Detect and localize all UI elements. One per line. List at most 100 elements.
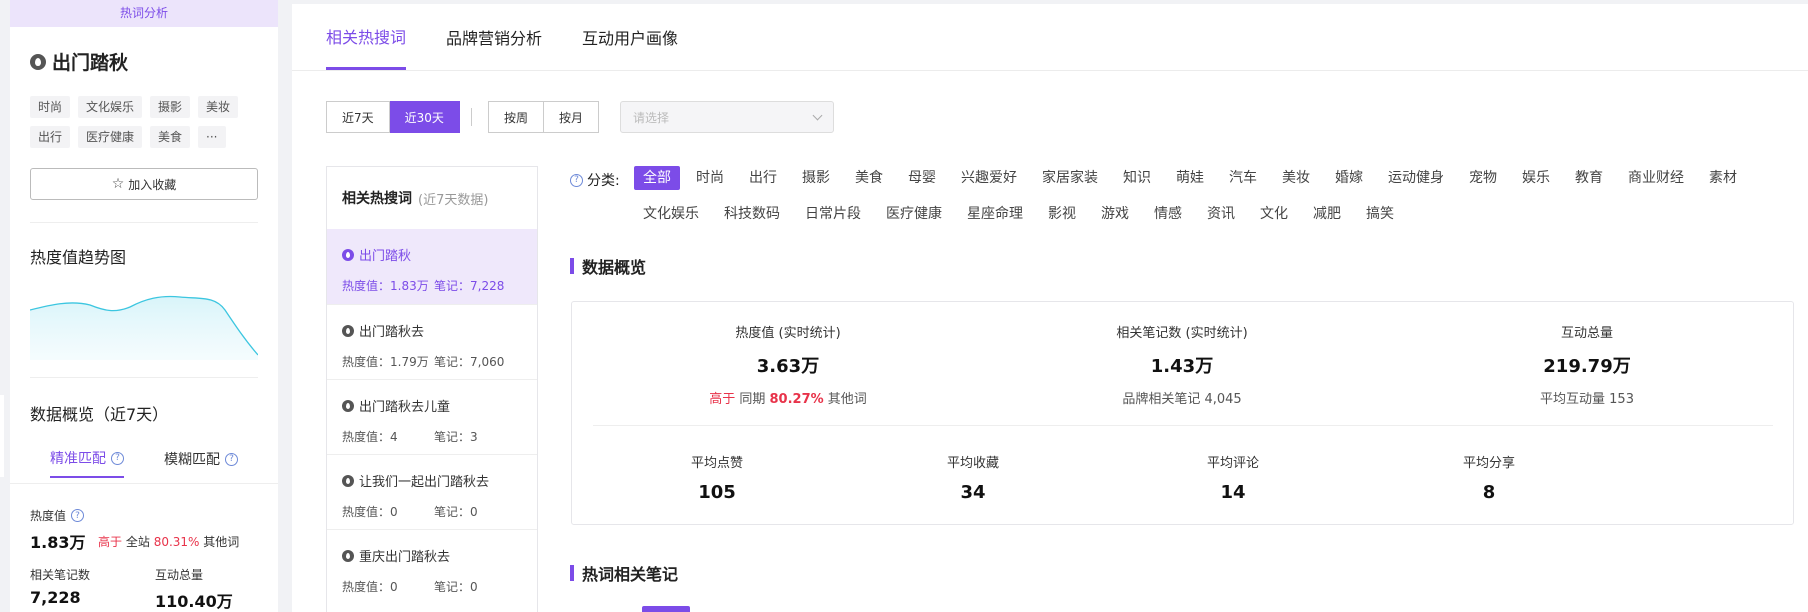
category-item[interactable]: 家居家装 — [1033, 166, 1107, 190]
compare-percent: 80.31% — [153, 535, 200, 549]
list-item[interactable]: 出门踏秋去 热度值：1.79万 笔记：7,060 — [327, 304, 537, 379]
more-tags-button[interactable]: ··· — [198, 126, 226, 148]
chevron-down-icon — [812, 110, 823, 120]
by-week-button[interactable]: 按周 — [488, 101, 545, 133]
list-header-note: (近7天数据) — [418, 192, 489, 208]
category-all[interactable]: 全部 — [634, 166, 680, 190]
keyword-notes: 笔记：0 — [434, 580, 478, 594]
keyword-tags: 时尚 文化娱乐 摄影 美妆 出行 医疗健康 美食 ··· — [30, 96, 262, 148]
keyword-notes: 笔记：7,060 — [434, 355, 505, 369]
category-item[interactable]: 美食 — [846, 166, 892, 190]
category-item[interactable]: 医疗健康 — [877, 202, 951, 226]
left-panel: 热词分析 出门踏秋 时尚 文化娱乐 摄影 美妆 出行 医疗健康 美食 ··· ☆… — [10, 0, 278, 612]
category-item[interactable]: 搞笑 — [1357, 202, 1403, 226]
category-item[interactable]: 文化娱乐 — [634, 202, 708, 226]
keyword-title: 出门踏秋 — [30, 48, 128, 75]
category-item[interactable]: 知识 — [1114, 166, 1160, 190]
keyword-title-text: 出门踏秋 — [52, 52, 129, 74]
stat-value: 1.43万 — [1150, 356, 1214, 377]
list-item[interactable]: 出门踏秋去儿童 热度值：4 笔记：3 — [327, 379, 537, 454]
collapse-handle[interactable] — [0, 395, 4, 477]
category-item[interactable]: 汽车 — [1220, 166, 1266, 190]
related-keyword-list: 相关热搜词 (近7天数据) 出门踏秋 热度值：1.83万 笔记：7,228 出门踏… — [326, 166, 538, 612]
panel-banner: 热词分析 — [10, 0, 278, 27]
list-item[interactable]: 让我们一起出门踏秋去 热度值：0 笔记：0 — [327, 454, 537, 529]
stat-label: 热度值 (实时统计) — [735, 326, 841, 341]
flame-icon — [342, 248, 354, 261]
tab-user-profile[interactable]: 互动用户画像 — [582, 4, 678, 70]
notes-section-title: 热词相关笔记 — [570, 561, 678, 585]
tab-exact-match[interactable]: 精准匹配 ? — [50, 448, 124, 478]
notes-tab-indicator[interactable] — [642, 606, 690, 612]
category-item[interactable]: 婚嫁 — [1326, 166, 1372, 190]
category-item[interactable]: 出行 — [740, 166, 786, 190]
range-7-days-button[interactable]: 近7天 — [326, 101, 390, 133]
keyword-name: 出门踏秋 — [359, 249, 412, 264]
avg-collect-stat: 平均收藏 34 — [898, 452, 1048, 503]
category-item[interactable]: 商业财经 — [1619, 166, 1693, 190]
keyword-notes: 笔记：3 — [434, 430, 478, 444]
category-item[interactable]: 时尚 — [687, 166, 733, 190]
notes-stat: 相关笔记数 (实时统计) 1.43万 品牌相关笔记 4,045 — [1032, 322, 1332, 407]
main-panel: 相关热搜词 品牌营销分析 互动用户画像 近7天 近30天 按周 按月 请选择 相… — [292, 4, 1808, 612]
list-header: 相关热搜词 (近7天数据) — [327, 167, 537, 229]
tab-related-keywords[interactable]: 相关热搜词 — [326, 4, 407, 70]
list-item[interactable]: 重庆出门踏秋去 热度值：0 笔记：0 — [327, 529, 537, 604]
keyword-name: 出门踏秋去 — [359, 325, 425, 340]
category-item[interactable]: 素材 — [1700, 166, 1746, 190]
category-item[interactable]: 资讯 — [1198, 202, 1244, 226]
category-item[interactable]: 减肥 — [1304, 202, 1350, 226]
divider — [593, 425, 1773, 426]
notes-value: 7,228 — [30, 588, 81, 607]
help-icon[interactable]: ? — [111, 451, 124, 465]
category-item[interactable]: 文化 — [1251, 202, 1297, 226]
category-item[interactable]: 美妆 — [1273, 166, 1319, 190]
keyword-name: 出门踏秋去儿童 — [359, 400, 451, 415]
category-item[interactable]: 娱乐 — [1513, 166, 1559, 190]
divider — [292, 70, 1808, 71]
tab-brand-marketing[interactable]: 品牌营销分析 — [446, 4, 542, 70]
category-item[interactable]: 科技数码 — [715, 202, 789, 226]
by-month-button[interactable]: 按月 — [544, 101, 600, 133]
category-item[interactable]: 母婴 — [899, 166, 945, 190]
stat-label: 相关笔记数 (实时统计) — [1116, 326, 1248, 341]
category-item[interactable]: 萌娃 — [1167, 166, 1213, 190]
category-item[interactable]: 运动健身 — [1379, 166, 1453, 190]
category-item[interactable]: 星座命理 — [958, 202, 1032, 226]
help-icon[interactable]: ? — [225, 452, 238, 466]
keyword-name: 重庆出门踏秋去 — [359, 550, 451, 565]
tab-exact-match-label: 精准匹配 — [50, 451, 106, 467]
tag: 文化娱乐 — [78, 96, 143, 118]
compare-percent: 80.27% — [769, 392, 824, 407]
category-item[interactable]: 教育 — [1566, 166, 1612, 190]
category-item[interactable]: 游戏 — [1092, 202, 1138, 226]
help-icon[interactable]: ? — [570, 173, 583, 187]
stat-value: 34 — [960, 482, 986, 503]
category-item[interactable]: 情感 — [1145, 202, 1191, 226]
category-item[interactable]: 摄影 — [793, 166, 839, 190]
stat-label: 平均评论 — [1206, 456, 1259, 471]
add-favorite-button[interactable]: ☆ 加入收藏 — [30, 168, 258, 200]
stat-label: 平均点赞 — [690, 456, 743, 471]
period-toggle: 按周 按月 — [488, 101, 600, 133]
category-item[interactable]: 影视 — [1039, 202, 1085, 226]
help-icon[interactable]: ? — [71, 509, 85, 522]
avg-share-stat: 平均分享 8 — [1414, 452, 1564, 503]
heat-trend-chart — [30, 295, 258, 360]
range-30-days-button[interactable]: 近30天 — [389, 101, 460, 133]
interact-value: 110.40万 — [155, 592, 233, 611]
category-item[interactable]: 宠物 — [1460, 166, 1506, 190]
tab-fuzzy-match[interactable]: 模糊匹配 ? — [164, 448, 238, 478]
period-select[interactable]: 请选择 — [620, 101, 834, 133]
category-item[interactable]: 兴趣爱好 — [952, 166, 1026, 190]
category-item[interactable]: 日常片段 — [796, 202, 870, 226]
flame-icon — [342, 399, 354, 412]
overview-title: 数据概览 — [570, 254, 646, 278]
compare-suffix: 其他词 — [203, 535, 240, 549]
flame-icon — [342, 549, 354, 562]
heat-compare: 高于 全站 80.31% 其他词 — [98, 533, 239, 550]
list-item[interactable]: 出门踏秋 热度值：1.83万 笔记：7,228 — [327, 229, 537, 304]
stat-label: 互动总量 — [1560, 326, 1613, 341]
stat-sub: 品牌相关笔记 4,045 — [1122, 392, 1242, 407]
heat-value: 1.83万 — [30, 533, 86, 552]
